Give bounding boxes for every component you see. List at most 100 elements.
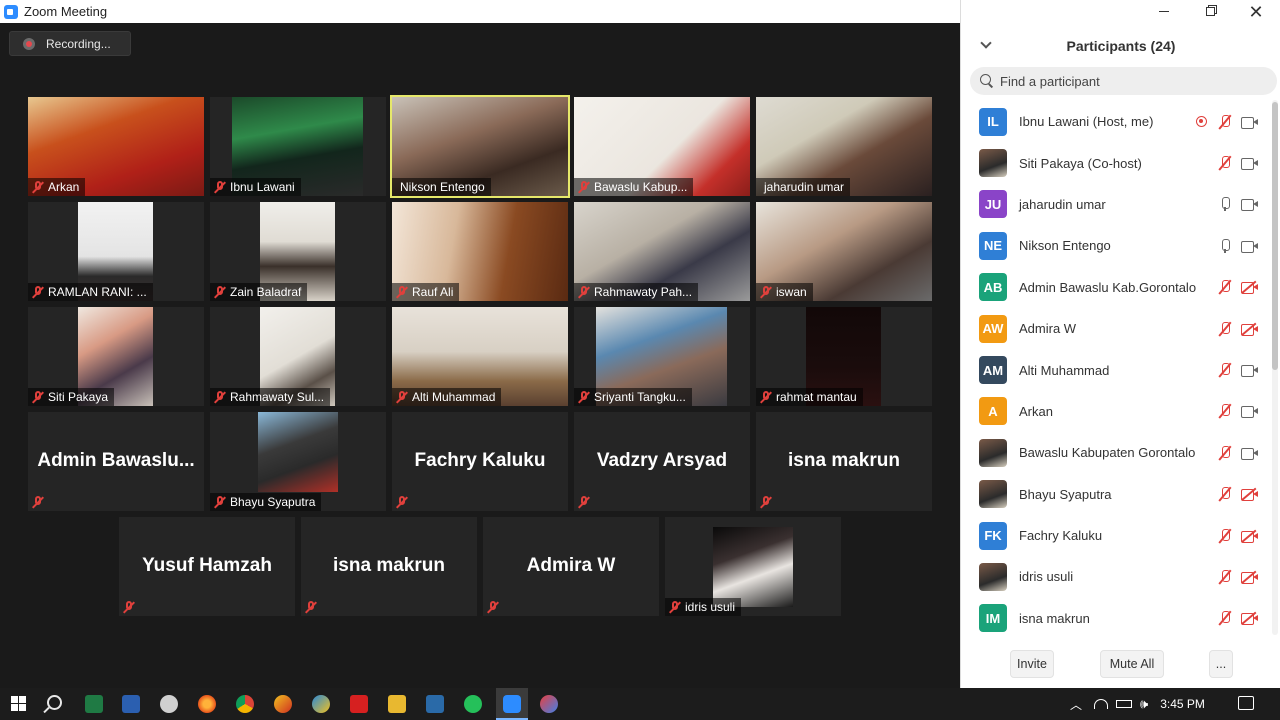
zoom-taskbar-button[interactable]: [496, 688, 528, 720]
battery-icon[interactable]: [1116, 700, 1133, 708]
scrollbar-thumb[interactable]: [1272, 102, 1278, 370]
camera-icon[interactable]: [1241, 364, 1259, 378]
app-icon[interactable]: [160, 695, 178, 713]
mic-muted-icon[interactable]: [1218, 114, 1232, 130]
participant-search[interactable]: [970, 67, 1277, 95]
mic-muted-icon[interactable]: [1218, 569, 1232, 585]
mic-muted-icon[interactable]: [1218, 403, 1232, 419]
camera-off-icon[interactable]: [1241, 487, 1259, 502]
camera-off-icon[interactable]: [1241, 570, 1259, 584]
camera-icon[interactable]: [1241, 447, 1259, 460]
participant-row[interactable]: FK Fachry Kaluku: [961, 515, 1271, 556]
name-only-tile[interactable]: isna makrun: [301, 517, 477, 616]
name-only-tile[interactable]: Admin Bawaslu...: [28, 412, 204, 511]
name-only-tile[interactable]: isna makrun: [756, 412, 932, 511]
zoom-app-icon: [4, 4, 18, 19]
name-only-tile[interactable]: Admira W: [483, 517, 659, 616]
mic-muted-icon[interactable]: [1218, 362, 1232, 378]
video-tile[interactable]: idris usuli: [665, 517, 841, 616]
camera-icon[interactable]: [1241, 157, 1259, 171]
close-button[interactable]: ✕: [1233, 0, 1279, 23]
mic-muted-icon[interactable]: [1218, 155, 1232, 171]
mute-all-button[interactable]: Mute All: [1100, 650, 1164, 678]
avatar: [979, 149, 1007, 178]
whatsapp-icon[interactable]: [464, 695, 482, 713]
pdf-reader-icon[interactable]: [350, 695, 368, 713]
video-tile[interactable]: Bawaslu Kabup...: [574, 97, 750, 196]
participant-row[interactable]: IM isna makrun: [961, 598, 1271, 639]
video-tile[interactable]: Arkan: [28, 97, 204, 196]
recording-indicator[interactable]: Recording...: [9, 31, 131, 56]
video-tile[interactable]: RAMLAN RANI: ...: [28, 202, 204, 301]
participant-row[interactable]: JU jaharudin umar: [961, 184, 1271, 225]
minimize-button[interactable]: [1141, 0, 1187, 23]
video-tile[interactable]: Rauf Ali: [392, 202, 568, 301]
video-tile[interactable]: Bhayu Syaputra: [210, 412, 386, 511]
camera-icon[interactable]: [1241, 198, 1259, 212]
firefox-icon[interactable]: [198, 695, 216, 713]
video-tile[interactable]: Rahmawaty Sul...: [210, 307, 386, 406]
name-only-tile[interactable]: Fachry Kaluku: [392, 412, 568, 511]
more-button[interactable]: ...: [1209, 650, 1233, 678]
mic-muted-icon[interactable]: [1218, 445, 1232, 461]
video-tile[interactable]: jaharudin umar: [756, 97, 932, 196]
chrome-icon[interactable]: [236, 695, 254, 713]
video-tile-active-speaker[interactable]: Nikson Entengo: [390, 95, 570, 198]
camera-off-icon[interactable]: [1241, 280, 1259, 295]
participant-row[interactable]: NE Nikson Entengo: [961, 225, 1271, 266]
notification-icon[interactable]: [1238, 696, 1254, 710]
file-explorer-icon[interactable]: [388, 695, 406, 713]
video-tile[interactable]: Alti Muhammad: [392, 307, 568, 406]
speaker-icon[interactable]: 🕪: [1140, 696, 1148, 712]
video-tile[interactable]: Ibnu Lawani: [210, 97, 386, 196]
mic-muted-icon[interactable]: [1218, 610, 1232, 626]
mic-icon[interactable]: [1218, 238, 1232, 254]
mic-muted-icon[interactable]: [1218, 528, 1232, 544]
excel-icon[interactable]: [85, 695, 103, 713]
app-icon[interactable]: [426, 695, 444, 713]
chevron-up-icon[interactable]: ︿: [1070, 696, 1082, 713]
camera-off-icon[interactable]: [1241, 322, 1259, 336]
video-tile[interactable]: rahmat mantau: [756, 307, 932, 406]
mic-muted-icon[interactable]: [1218, 279, 1232, 295]
name-only-tile[interactable]: Yusuf Hamzah: [119, 517, 295, 616]
tile-namebar: RAMLAN RANI: ...: [28, 283, 153, 301]
mic-muted-icon[interactable]: [1218, 321, 1232, 337]
camera-icon[interactable]: [1241, 405, 1259, 419]
camera-icon[interactable]: [1241, 240, 1259, 253]
app-icon[interactable]: [274, 695, 292, 713]
mic-muted-icon[interactable]: [1218, 486, 1232, 502]
participant-row[interactable]: A Arkan: [961, 391, 1271, 432]
wifi-icon[interactable]: [1094, 699, 1109, 709]
maximize-button[interactable]: [1187, 0, 1233, 23]
mic-muted-icon: [760, 285, 772, 299]
app-icon[interactable]: [540, 695, 558, 713]
participant-row[interactable]: Siti Pakaya (Co-host): [961, 142, 1271, 183]
participant-list-scrollbar[interactable]: [1272, 100, 1278, 635]
video-tile[interactable]: Sriyanti Tangku...: [574, 307, 750, 406]
participant-row[interactable]: AB Admin Bawaslu Kab.Gorontalo: [961, 267, 1271, 308]
invite-button[interactable]: Invite: [1010, 650, 1054, 678]
camera-off-icon[interactable]: [1241, 529, 1259, 543]
participant-row[interactable]: AM Alti Muhammad: [961, 349, 1271, 390]
avatar: A: [979, 397, 1007, 426]
participant-row[interactable]: Bawaslu Kabupaten Gorontalo: [961, 432, 1271, 473]
word-icon[interactable]: [122, 695, 140, 713]
participant-row[interactable]: Bhayu Syaputra: [961, 474, 1271, 515]
taskbar-clock[interactable]: 3:45 PM: [1160, 697, 1205, 711]
participant-row[interactable]: IL Ibnu Lawani (Host, me): [961, 101, 1271, 142]
app-icon[interactable]: [312, 695, 330, 713]
start-button[interactable]: [11, 696, 27, 712]
search-input[interactable]: [1000, 73, 1260, 89]
camera-off-icon[interactable]: [1241, 612, 1259, 626]
video-tile[interactable]: iswan: [756, 202, 932, 301]
video-tile[interactable]: Siti Pakaya: [28, 307, 204, 406]
search-icon[interactable]: [47, 695, 62, 710]
participant-row[interactable]: AW Admira W: [961, 308, 1271, 349]
name-only-tile[interactable]: Vadzry Arsyad: [574, 412, 750, 511]
video-tile[interactable]: Rahmawaty Pah...: [574, 202, 750, 301]
camera-icon[interactable]: [1241, 116, 1259, 129]
video-tile[interactable]: Zain Baladraf: [210, 202, 386, 301]
participant-row[interactable]: idris usuli: [961, 556, 1271, 597]
mic-icon[interactable]: [1218, 196, 1232, 212]
